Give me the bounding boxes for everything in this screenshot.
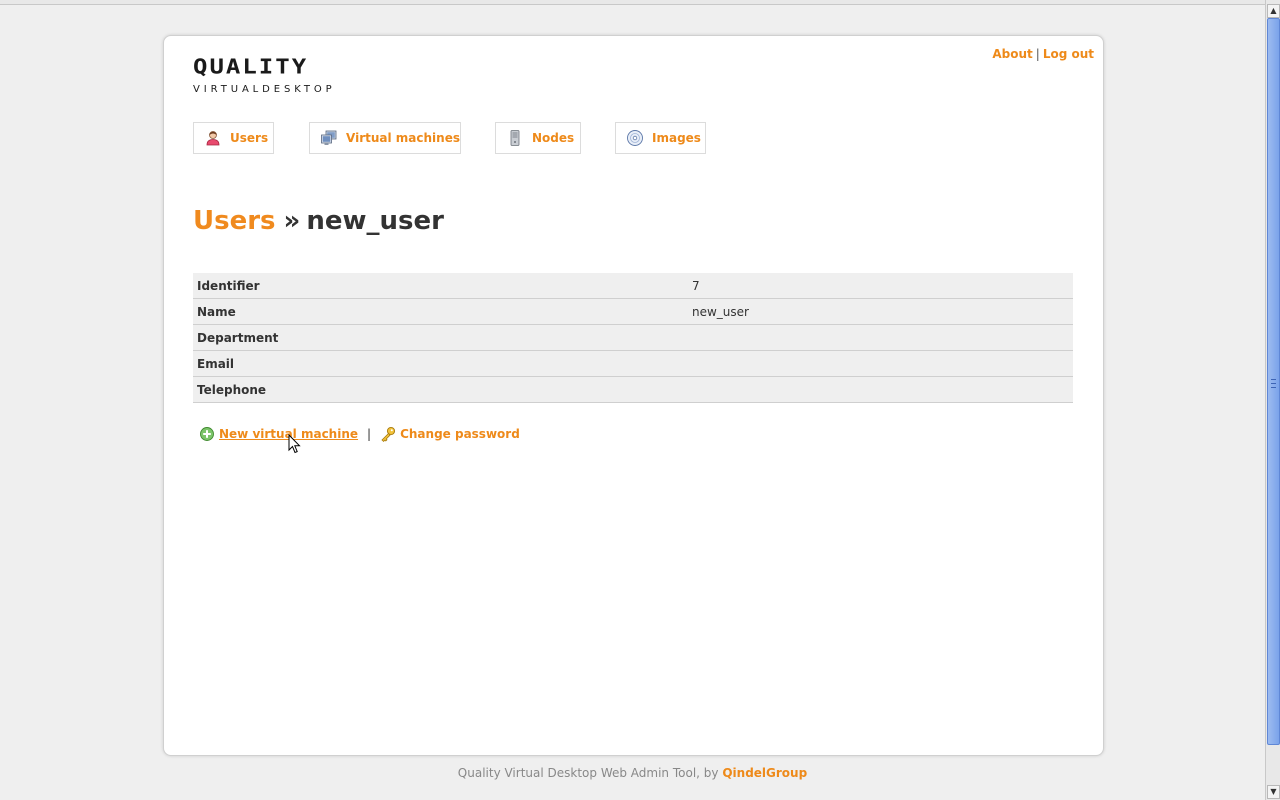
browser-top-border [0,0,1265,5]
scroll-thumb[interactable] [1267,18,1280,745]
table-row: Telephone [193,376,1073,403]
table-row: Department [193,324,1073,351]
table-row: Identifier 7 [193,273,1073,299]
breadcrumb-users-link[interactable]: Users [193,206,276,236]
about-link[interactable]: About [992,47,1032,61]
row-value: new_user [688,298,1073,325]
add-icon [199,426,215,442]
user-details-table: Identifier 7 Name new_user Department Em… [193,273,1073,403]
qindelgroup-link[interactable]: QindelGroup [722,766,807,780]
row-value [688,324,1073,351]
tab-images-label: Images [652,131,701,145]
footer: Quality Virtual Desktop Web Admin Tool, … [0,766,1265,780]
actions-separator: | [367,427,372,441]
disc-icon [626,129,644,147]
table-row: Name new_user [193,298,1073,325]
row-label: Identifier [193,273,688,299]
user-actions: New virtual machine | Change password [199,426,520,442]
footer-text: Quality Virtual Desktop Web Admin Tool, … [457,766,719,780]
page-title: Users» new_user [193,206,444,236]
mouse-cursor-icon [288,433,302,454]
top-links-separator: | [1035,47,1040,61]
breadcrumb-current: new_user [306,206,444,236]
tab-users-label: Users [230,131,269,145]
change-password-link[interactable]: Change password [400,427,520,441]
logo-sub-text: VIRTUALDESKTOP [193,84,336,95]
row-label: Name [193,298,688,325]
monitor-icon [320,129,338,147]
server-icon [506,129,524,147]
vertical-scrollbar[interactable]: ▲ ▼ [1265,0,1280,800]
logout-link[interactable]: Log out [1043,47,1094,61]
scroll-grip-icon [1271,379,1276,388]
tab-nodes-label: Nodes [532,131,575,145]
key-icon [380,426,396,442]
tab-users[interactable]: Users [193,122,274,154]
user-icon [204,129,222,147]
top-links: About | Log out [992,47,1094,61]
breadcrumb-separator: » [283,206,301,236]
row-value [688,350,1073,377]
tab-virtual-machines[interactable]: Virtual machines [309,122,461,154]
tab-images[interactable]: Images [615,122,706,154]
scroll-down-button[interactable]: ▼ [1267,785,1280,799]
logo-main-text: QUALITY [193,54,309,79]
row-label: Department [193,324,688,351]
scroll-up-button[interactable]: ▲ [1267,4,1280,18]
tab-nodes[interactable]: Nodes [495,122,581,154]
row-value: 7 [688,273,1073,299]
quality-logo[interactable]: QUALITY VIRTUALDESKTOP [193,54,355,98]
row-label: Email [193,350,688,377]
row-value [688,376,1073,403]
tab-virtual-machines-label: Virtual machines [346,131,460,145]
main-card: About | Log out QUALITY VIRTUALDESKTOP Use… [163,35,1104,756]
table-row: Email [193,350,1073,377]
row-label: Telephone [193,376,688,403]
